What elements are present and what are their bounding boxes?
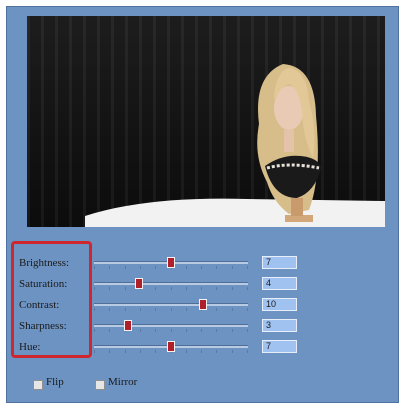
brightness-slider-tick (109, 266, 110, 269)
contrast-slider-tick (247, 308, 248, 311)
brightness-slider-tick (155, 266, 156, 269)
mirror-label: Mirror (108, 376, 138, 388)
video-preview (27, 16, 385, 227)
contrast-slider-tick (186, 308, 187, 311)
contrast-slider-groove (94, 303, 248, 306)
contrast-slider-tick (171, 308, 172, 311)
saturation-slider-tick (201, 287, 202, 290)
brightness-slider-tick (201, 266, 202, 269)
hue-slider-tick (232, 350, 233, 353)
hue-slider-tick (125, 350, 126, 353)
hue-slider-thumb[interactable] (167, 341, 175, 352)
sharpness-slider-tick (201, 329, 202, 332)
sharpness-value-field[interactable]: 3 (262, 319, 297, 332)
hue-slider-tick (109, 350, 110, 353)
brightness-slider-tick (140, 266, 141, 269)
saturation-slider-tick (171, 287, 172, 290)
hue-slider-tick (201, 350, 202, 353)
brightness-slider-tick (216, 266, 217, 269)
sharpness-slider-tick (232, 329, 233, 332)
mannequin-scene-image (85, 64, 385, 227)
saturation-slider-tick (125, 287, 126, 290)
saturation-label: Saturation: (19, 278, 68, 290)
contrast-slider-tick (140, 308, 141, 311)
saturation-slider-tick (216, 287, 217, 290)
brightness-slider-thumb[interactable] (167, 257, 175, 268)
hue-slider-tick (186, 350, 187, 353)
hue-slider-tick (140, 350, 141, 353)
brightness-slider-tick (125, 266, 126, 269)
brightness-label: Brightness: (19, 257, 70, 269)
contrast-slider-tick (155, 308, 156, 311)
sharpness-slider-tick (109, 329, 110, 332)
contrast-slider-tick (125, 308, 126, 311)
hue-slider[interactable] (94, 341, 248, 353)
sharpness-label: Sharpness: (19, 320, 67, 332)
hue-label: Hue: (19, 341, 41, 353)
sharpness-slider-tick (155, 329, 156, 332)
saturation-slider[interactable] (94, 278, 248, 290)
contrast-slider-tick (94, 308, 95, 311)
brightness-value-field[interactable]: 7 (262, 256, 297, 269)
contrast-slider-tick (216, 308, 217, 311)
hue-slider-tick (94, 350, 95, 353)
saturation-slider-tick (109, 287, 110, 290)
contrast-slider-thumb[interactable] (199, 299, 207, 310)
brightness-slider[interactable] (94, 257, 248, 269)
hue-slider-tick (155, 350, 156, 353)
hue-value-field[interactable]: 7 (262, 340, 297, 353)
contrast-slider-tick (232, 308, 233, 311)
hue-slider-tick (216, 350, 217, 353)
mirror-checkbox[interactable] (95, 380, 105, 390)
brightness-slider-tick (247, 266, 248, 269)
saturation-slider-groove (94, 282, 248, 285)
saturation-slider-tick (186, 287, 187, 290)
contrast-value-field[interactable]: 10 (262, 298, 297, 311)
brightness-slider-tick (94, 266, 95, 269)
brightness-slider-tick (232, 266, 233, 269)
sharpness-slider-tick (216, 329, 217, 332)
sharpness-slider-groove (94, 324, 248, 327)
sharpness-slider-tick (94, 329, 95, 332)
sharpness-slider-tick (186, 329, 187, 332)
sharpness-slider-tick (171, 329, 172, 332)
saturation-slider-thumb[interactable] (135, 278, 143, 289)
saturation-slider-tick (247, 287, 248, 290)
saturation-slider-tick (94, 287, 95, 290)
saturation-slider-tick (232, 287, 233, 290)
contrast-slider[interactable] (94, 299, 248, 311)
contrast-slider-tick (109, 308, 110, 311)
hue-slider-tick (247, 350, 248, 353)
sharpness-slider[interactable] (94, 320, 248, 332)
flip-label: Flip (46, 376, 64, 388)
flip-checkbox[interactable] (33, 380, 43, 390)
saturation-slider-tick (155, 287, 156, 290)
sharpness-slider-thumb[interactable] (124, 320, 132, 331)
sharpness-slider-tick (247, 329, 248, 332)
brightness-slider-tick (186, 266, 187, 269)
saturation-value-field[interactable]: 4 (262, 277, 297, 290)
sharpness-slider-tick (140, 329, 141, 332)
contrast-label: Contrast: (19, 299, 60, 311)
